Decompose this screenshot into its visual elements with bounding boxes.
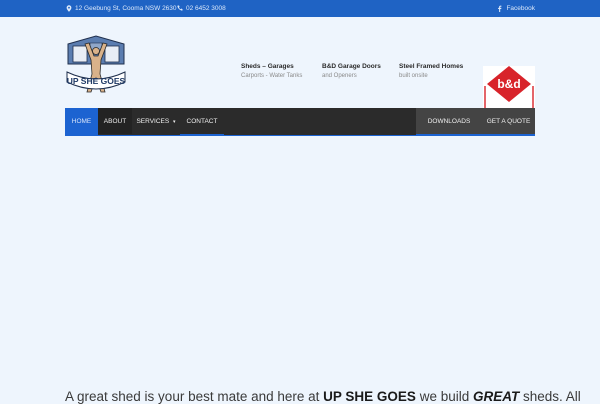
intro-part2: we build	[415, 389, 473, 404]
nav-services[interactable]: Services ▾	[132, 108, 180, 134]
service-title: Steel Framed Homes	[399, 63, 464, 70]
phone-icon	[176, 4, 183, 12]
intro-brand: UP SHE GOES	[323, 389, 416, 404]
top-bar: 12 Geebung St, Cooma NSW 2630 02 6452 30…	[0, 0, 600, 17]
address-text: 12 Geebung St, Cooma NSW 2630	[75, 4, 177, 12]
logo-text: UP SHE GOES	[67, 76, 126, 86]
nav-home[interactable]: Home	[65, 108, 98, 135]
phone-text[interactable]: 02 6452 3008	[186, 5, 226, 12]
nav-services-label: Services	[136, 118, 170, 125]
facebook-link[interactable]: Facebook	[496, 4, 535, 12]
nav-about[interactable]: About	[98, 108, 132, 134]
nav-contact[interactable]: Contact	[180, 108, 224, 136]
location-pin-icon	[65, 4, 72, 12]
service-steel-homes[interactable]: Steel Framed Homes built onsite	[399, 63, 463, 79]
intro-great: GREAT	[472, 389, 520, 404]
site-logo[interactable]: UP SHE GOES	[65, 34, 127, 94]
intro-text: A great shed is your best mate and here …	[65, 389, 585, 404]
nav-downloads[interactable]: Downloads	[416, 108, 482, 136]
bd-logo-text: b&d	[497, 77, 520, 91]
service-subtitle: built onsite	[399, 73, 428, 79]
service-subtitle: and Openers	[322, 73, 357, 79]
main-nav: Home About Services ▾ Contact Downloads …	[65, 108, 535, 136]
service-subtitle: Carports - Water Tanks	[241, 73, 303, 79]
intro-part3: sheds. All	[519, 389, 581, 404]
service-title: Sheds – Garages	[241, 63, 294, 70]
nav-underline	[65, 135, 535, 136]
chevron-down-icon: ▾	[173, 119, 176, 125]
intro-part1: A great shed is your best mate and here …	[65, 389, 324, 404]
phone[interactable]: 02 6452 3008	[176, 4, 226, 12]
facebook-icon	[496, 4, 503, 12]
facebook-text[interactable]: Facebook	[506, 5, 535, 12]
service-garage-doors[interactable]: B&D Garage Doors and Openers	[322, 63, 381, 79]
service-sheds[interactable]: Sheds – Garages Carports - Water Tanks	[241, 63, 302, 79]
nav-get-a-quote[interactable]: Get a Quote	[482, 108, 535, 136]
service-title: B&D Garage Doors	[322, 63, 381, 70]
address: 12 Geebung St, Cooma NSW 2630	[65, 4, 177, 12]
bd-logo[interactable]: b&d	[483, 66, 535, 108]
